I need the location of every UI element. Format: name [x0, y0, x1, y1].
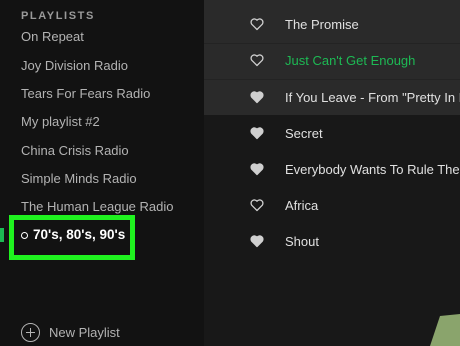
sidebar-item-china-crisis-radio[interactable]: China Crisis Radio	[21, 142, 197, 160]
playing-dot-icon	[21, 232, 28, 239]
sidebar-item-simple-minds-radio[interactable]: Simple Minds Radio	[21, 170, 197, 188]
track-title: If You Leave - From "Pretty In Pink"	[285, 90, 460, 105]
sidebar-item-my-playlist-2[interactable]: My playlist #2	[21, 113, 197, 131]
sidebar-item-70s-80s-90s[interactable]: 70's, 80's, 90's	[33, 226, 125, 244]
heart-outline-icon[interactable]	[250, 53, 264, 67]
sidebar-item-on-repeat[interactable]: On Repeat	[21, 28, 197, 46]
active-indicator-bar	[0, 228, 4, 242]
playlists-section-title: PLAYLISTS	[21, 10, 95, 22]
new-playlist-button[interactable]: New Playlist	[21, 321, 120, 343]
spotify-window: PLAYLISTS On Repeat Joy Division Radio T…	[0, 0, 460, 346]
new-playlist-label: New Playlist	[49, 324, 120, 340]
heart-filled-icon[interactable]	[250, 162, 264, 176]
sidebar-item-joy-division-radio[interactable]: Joy Division Radio	[21, 57, 197, 75]
track-title: Africa	[285, 198, 319, 213]
decorative-corner-shape	[430, 314, 460, 346]
track-title-now-playing: Just Can't Get Enough	[285, 53, 416, 68]
sidebar-item-human-league-radio[interactable]: The Human League Radio	[21, 198, 197, 216]
heart-filled-icon[interactable]	[250, 234, 264, 248]
track-row[interactable]: If You Leave - From "Pretty In Pink"	[204, 80, 460, 116]
track-row[interactable]: Everybody Wants To Rule The World	[204, 152, 460, 188]
track-row[interactable]: Secret	[204, 116, 460, 152]
sidebar-item-tears-for-fears-radio[interactable]: Tears For Fears Radio	[21, 85, 197, 103]
heart-filled-icon[interactable]	[250, 126, 264, 140]
track-row[interactable]: Shout	[204, 224, 460, 260]
track-title: The Promise	[285, 17, 359, 32]
track-title: Everybody Wants To Rule The World	[285, 162, 460, 177]
sidebar: PLAYLISTS On Repeat Joy Division Radio T…	[0, 0, 204, 346]
track-list: The Promise Just Can't Get Enough If You…	[204, 0, 460, 346]
heart-outline-icon[interactable]	[250, 198, 264, 212]
plus-circle-icon	[21, 322, 40, 342]
track-row[interactable]: The Promise	[204, 7, 460, 43]
track-title: Shout	[285, 234, 319, 249]
track-title: Secret	[285, 126, 323, 141]
heart-outline-icon[interactable]	[250, 17, 264, 31]
track-row[interactable]: Just Can't Get Enough	[204, 43, 460, 79]
heart-filled-icon[interactable]	[250, 90, 264, 104]
track-row[interactable]: Africa	[204, 188, 460, 224]
